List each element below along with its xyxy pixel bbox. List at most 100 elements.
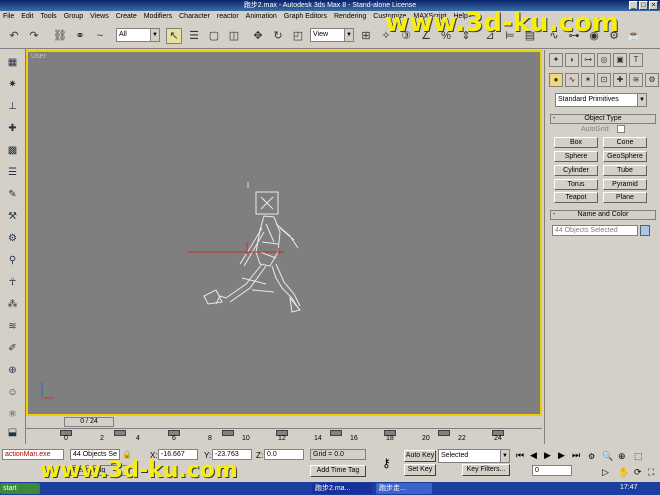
plane-button[interactable]: Plane — [603, 192, 647, 203]
autogrid-checkbox[interactable] — [617, 125, 625, 133]
keyframe-marker[interactable] — [114, 430, 126, 436]
taskbar-item-folder[interactable]: 跑步走... — [376, 483, 432, 494]
modifier-icon[interactable]: ⚙ — [4, 231, 21, 246]
object-name-field[interactable]: 44 Objects Selected — [552, 225, 638, 236]
close-button[interactable]: × — [649, 1, 658, 10]
bind-space-warp-icon[interactable]: ~ — [92, 28, 108, 44]
spacewarps-icon[interactable]: ≋ — [629, 73, 643, 87]
display-icon[interactable]: ▩ — [4, 143, 21, 158]
key-mode-select[interactable]: Selected ▼ — [438, 449, 510, 463]
tape-icon[interactable]: ⬓ — [4, 425, 21, 440]
bone-icon[interactable]: ⚲ — [4, 253, 21, 268]
menu-group[interactable]: Group — [64, 11, 83, 23]
motion-tab-icon[interactable]: ◎ — [597, 53, 611, 67]
menu-graph-editors[interactable]: Graph Editors — [284, 11, 327, 23]
lights-icon[interactable]: ✶ — [581, 73, 595, 87]
reference-coordinate-select[interactable]: View ▼ — [310, 28, 354, 42]
biped-icon[interactable]: ☥ — [4, 275, 21, 290]
tube-button[interactable]: Tube — [603, 165, 647, 176]
wrench-icon[interactable]: ⚒ — [4, 209, 21, 224]
hierarchy-tab-icon[interactable]: ⊶ — [581, 53, 595, 67]
play-icon[interactable]: ▶ — [544, 450, 551, 461]
go-to-end-icon[interactable]: ⏭ — [572, 450, 580, 461]
geometry-icon[interactable]: ● — [549, 73, 563, 87]
menu-edit[interactable]: Edit — [21, 11, 33, 23]
create-tab-icon[interactable]: ✦ — [549, 53, 563, 67]
menu-animation[interactable]: Animation — [246, 11, 277, 23]
menu-reactor[interactable]: reactor — [217, 11, 239, 23]
key-filters-button[interactable]: Key Filters... — [462, 464, 510, 476]
sphere-button[interactable]: Sphere — [554, 151, 598, 162]
pan-icon[interactable]: ✋ — [618, 467, 629, 478]
compound-icon[interactable]: ⊕ — [4, 363, 21, 378]
name-and-color-rollout[interactable]: - Name and Color — [550, 210, 656, 220]
menu-rendering[interactable]: Rendering — [334, 11, 366, 23]
window-crossing-icon[interactable]: ◫ — [226, 28, 242, 44]
zoom-extents-icon[interactable]: ⬚ — [634, 451, 643, 462]
maximize-button[interactable]: □ — [639, 1, 648, 10]
undo-icon[interactable]: ↶ — [6, 28, 22, 44]
move-icon[interactable]: ✥ — [250, 28, 266, 44]
zoom-all-icon[interactable]: ⊕ — [618, 451, 626, 462]
auto-key-button[interactable]: Auto Key — [404, 450, 436, 462]
brush-icon[interactable]: ✎ — [4, 187, 21, 202]
go-to-start-icon[interactable]: ⏮ — [516, 450, 524, 461]
z-coordinate-field[interactable]: 0.0 — [264, 449, 304, 460]
object-color-swatch[interactable] — [640, 225, 650, 236]
quick-render-icon[interactable]: ☕ — [626, 28, 642, 44]
maximize-viewport-icon[interactable]: ⛶ — [648, 467, 654, 478]
pivot-center-icon[interactable]: ⊞ — [358, 28, 374, 44]
viewport-user[interactable]: User — [26, 50, 542, 416]
time-config-icon[interactable]: ⚙ — [588, 452, 595, 461]
minimize-button[interactable]: _ — [629, 1, 638, 10]
paint-icon[interactable]: ✐ — [4, 341, 21, 356]
fov-icon[interactable]: ▷ — [602, 467, 609, 478]
rotate-icon[interactable]: ↻ — [270, 28, 286, 44]
spacewarp-icon[interactable]: ≋ — [4, 319, 21, 334]
particle-icon[interactable]: ⁂ — [4, 297, 21, 312]
cameras-icon[interactable]: ⊡ — [597, 73, 611, 87]
figure-icon[interactable]: ☺ — [4, 385, 21, 400]
create-light-icon[interactable]: ✷ — [4, 77, 21, 92]
add-time-tag-button[interactable]: Add Time Tag — [310, 465, 366, 477]
taskbar-item-3dsmax[interactable]: 跑步2.ma... — [312, 483, 372, 494]
teapot-button[interactable]: Teapot — [554, 192, 598, 203]
current-frame-field[interactable]: 0 — [532, 465, 572, 476]
modify-tab-icon[interactable]: ◗ — [565, 53, 579, 67]
display-tab-icon[interactable]: ▣ — [613, 53, 627, 67]
selection-filter-select[interactable]: All ▼ — [116, 28, 160, 42]
box-button[interactable]: Box — [554, 137, 598, 148]
keyframe-marker[interactable] — [222, 430, 234, 436]
track-bar[interactable]: 0 2 4 6 8 10 12 14 16 18 20 22 24 — [26, 428, 542, 446]
unlink-icon[interactable]: ⚭ — [72, 28, 88, 44]
menu-modifiers[interactable]: Modifiers — [144, 11, 172, 23]
zoom-icon[interactable]: 🔍 — [602, 451, 613, 462]
keyframe-marker[interactable] — [438, 430, 450, 436]
shapes-icon[interactable]: ∿ — [565, 73, 579, 87]
select-object-icon[interactable]: ↖ — [166, 28, 182, 44]
layers-icon[interactable]: ☰ — [4, 165, 21, 180]
cylinder-button[interactable]: Cylinder — [554, 165, 598, 176]
systems-icon[interactable]: ⚙ — [645, 73, 659, 87]
reactor-icon[interactable]: ⚛ — [4, 407, 21, 422]
menu-views[interactable]: Views — [90, 11, 109, 23]
helpers-icon[interactable]: ✚ — [613, 73, 627, 87]
object-category-select[interactable]: Standard Primitives ▼ — [555, 93, 647, 107]
time-slider[interactable]: 0 / 24 — [26, 416, 542, 428]
pyramid-button[interactable]: Pyramid — [603, 179, 647, 190]
keyframe-marker[interactable] — [330, 430, 342, 436]
menu-tools[interactable]: Tools — [40, 11, 56, 23]
create-camera-icon[interactable]: ⊥ — [4, 99, 21, 114]
cone-button[interactable]: Cone — [603, 137, 647, 148]
menu-create[interactable]: Create — [116, 11, 137, 23]
set-key-button[interactable]: Set Key — [404, 464, 436, 476]
select-link-icon[interactable]: ⛓ — [52, 28, 68, 44]
geosphere-button[interactable]: GeoSphere — [603, 151, 647, 162]
menu-character[interactable]: Character — [179, 11, 210, 23]
previous-frame-icon[interactable]: ◀ — [530, 450, 537, 461]
scale-icon[interactable]: ◰ — [290, 28, 306, 44]
menu-file[interactable]: File — [3, 11, 14, 23]
start-button[interactable]: start — [0, 483, 40, 494]
arc-rotate-icon[interactable]: ⟳ — [634, 467, 642, 478]
utilities-tab-icon[interactable]: T — [629, 53, 643, 67]
